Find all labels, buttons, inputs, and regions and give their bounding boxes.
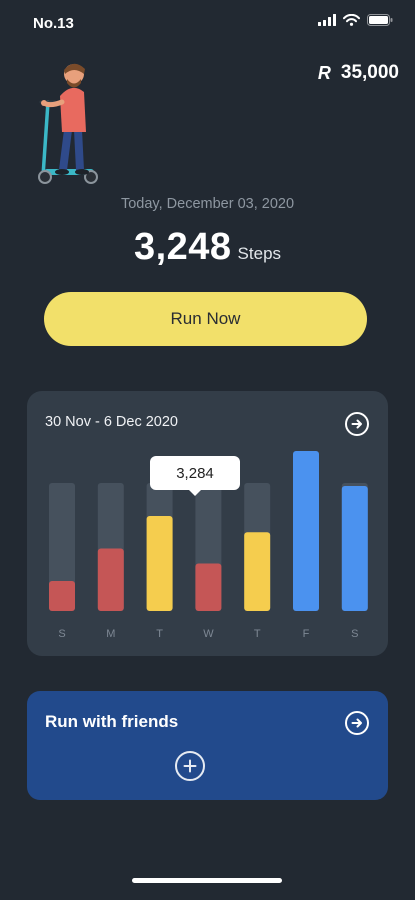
day-tick-label: W — [203, 628, 214, 640]
bar-6[interactable] — [341, 486, 368, 611]
plus-circle-icon — [183, 759, 197, 773]
add-friend-button[interactable] — [175, 751, 205, 781]
status-icons — [318, 14, 393, 26]
scooter-rider-illustration — [38, 63, 98, 184]
status-bar: No.13 — [0, 0, 415, 46]
bar-2[interactable] — [146, 516, 173, 611]
friends-card-title: Run with friends — [45, 712, 179, 731]
today-date: Today, December 03, 2020 — [120, 196, 295, 212]
bar-3[interactable] — [195, 563, 222, 612]
steps-summary: 3,248 Steps — [0, 226, 415, 269]
bar-value-tooltip: 3,284 — [150, 456, 240, 496]
home-indicator — [132, 878, 282, 883]
run-with-friends-card[interactable]: Run with friends — [27, 691, 388, 800]
arrow-right-circle-icon — [351, 718, 362, 728]
steps-count: 3,248 — [133, 226, 232, 268]
day-tick-label: T — [156, 628, 163, 640]
run-now-button[interactable]: Run Now — [44, 292, 367, 346]
friends-next-button[interactable] — [345, 711, 369, 735]
bar-0[interactable] — [49, 581, 75, 611]
carrier-label: No.13 — [33, 15, 74, 32]
day-tick-label: T — [254, 628, 261, 640]
balance-amount: 35,000 — [340, 62, 399, 83]
steps-unit: Steps — [237, 244, 282, 263]
coin-balance: R 35,000 — [318, 62, 399, 84]
bar-4[interactable] — [244, 532, 271, 611]
day-tick-label: S — [58, 628, 65, 640]
currency-symbol: R — [317, 62, 331, 83]
signal-icon — [318, 14, 336, 26]
wifi-icon — [343, 14, 360, 26]
weekly-steps-card: 30 Nov - 6 Dec 2020 SMTWTFS — [27, 391, 388, 656]
battery-icon — [367, 14, 393, 26]
day-tick-label: S — [351, 628, 358, 640]
bar-1[interactable] — [97, 548, 124, 612]
day-tick-label: M — [106, 628, 115, 640]
bar-5[interactable] — [293, 451, 319, 611]
day-tick-label: F — [303, 628, 310, 640]
weekly-bar-chart: SMTWTFS — [49, 451, 368, 640]
